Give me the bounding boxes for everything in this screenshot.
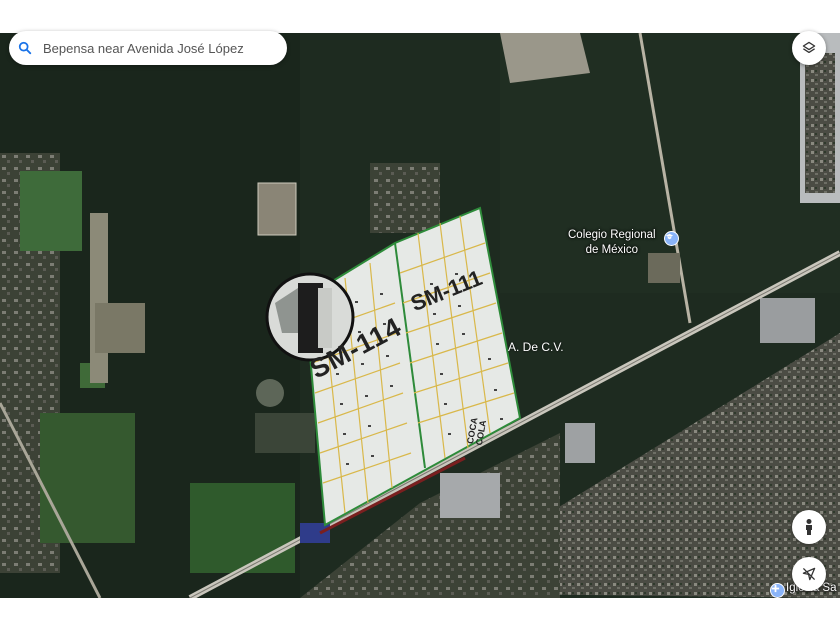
- satellite-map[interactable]: SM-114 SM-111 A. De C.V. COCA COLA Coleg…: [0, 33, 840, 598]
- company-label: A. De C.V.: [508, 340, 564, 354]
- pegman-icon: [806, 519, 812, 535]
- search-bar[interactable]: [9, 31, 287, 65]
- layers-icon: [802, 41, 816, 54]
- church-pin-icon[interactable]: [770, 583, 785, 598]
- layers-button[interactable]: [792, 31, 826, 65]
- location-off-icon: [802, 567, 816, 581]
- my-location-button[interactable]: [792, 557, 826, 591]
- search-input[interactable]: [41, 39, 275, 57]
- search-icon: [9, 41, 41, 55]
- poi-colegio-regional-label[interactable]: Colegio Regional de México: [568, 228, 656, 258]
- street-view-button[interactable]: [792, 510, 826, 544]
- school-pin-icon[interactable]: [664, 231, 679, 246]
